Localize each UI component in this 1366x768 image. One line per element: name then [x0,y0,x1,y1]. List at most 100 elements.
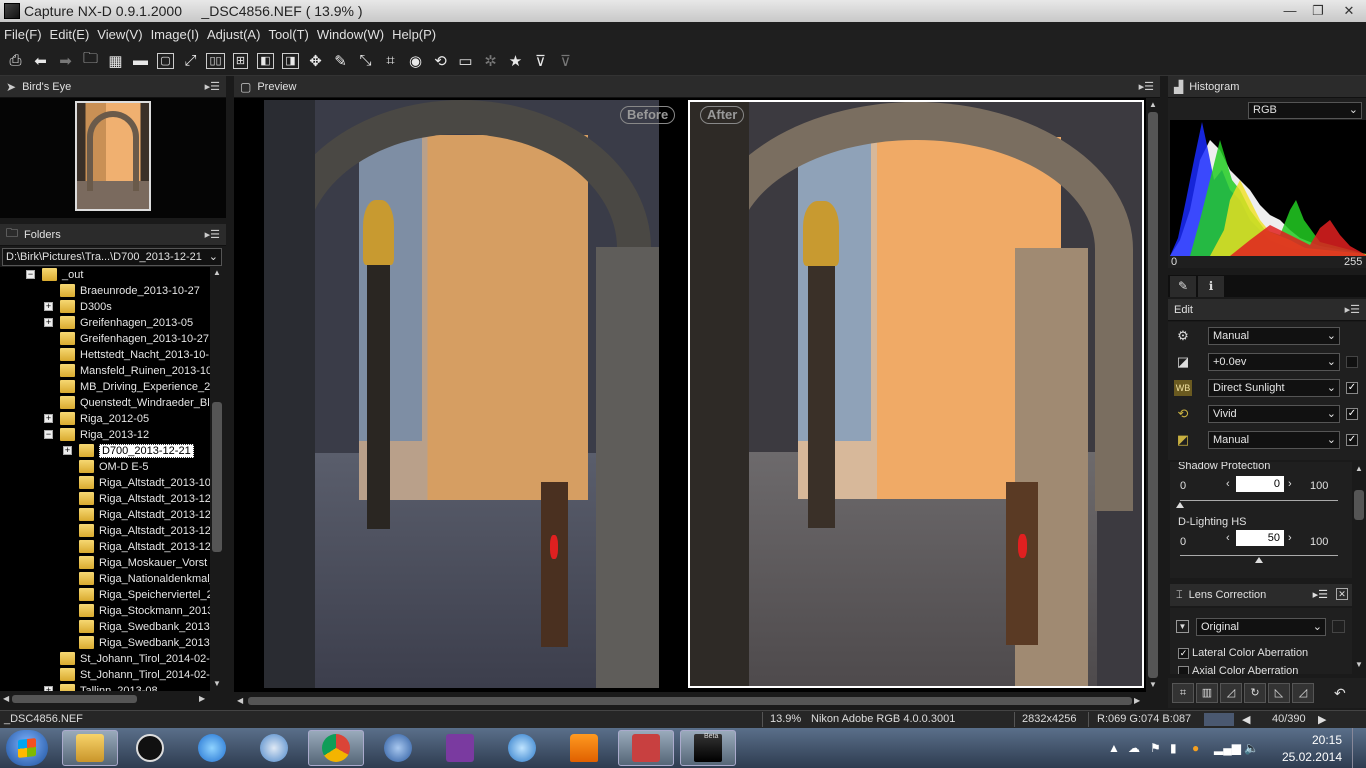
scroll-right-icon[interactable]: ▶ [199,694,205,703]
onenote-icon[interactable] [432,730,488,766]
after-image[interactable] [688,100,1144,688]
panel-menu-icon[interactable]: ▸☰ [1313,588,1328,601]
picture-control-checkbox[interactable]: ✓ [1346,408,1358,420]
d-lighting-knob[interactable] [1255,557,1263,563]
panel-menu-icon[interactable]: ▸☰ [1139,80,1154,93]
minimize-icon[interactable]: — [1276,2,1304,20]
folder-tree-item[interactable]: + Greifenhagen_2013-05 [0,315,210,331]
previous-image-icon[interactable]: ◀ [1242,713,1250,726]
safari-icon[interactable] [246,730,302,766]
preview-hscrollbar[interactable]: ◀ ▶ [234,694,1146,708]
collapse-icon[interactable]: − [44,430,53,439]
before-after-icon[interactable]: ◧ [253,49,278,73]
panel-menu-icon[interactable]: ▸☰ [205,228,220,241]
noise-reduction-icon[interactable]: ⌗ [1172,683,1194,703]
menu-view[interactable]: View(V) [93,27,146,42]
expand-icon[interactable]: + [63,446,72,455]
star-icon[interactable]: ★ [503,49,528,73]
folder-tree-hscrollbar[interactable]: ◀ ▶ [0,692,210,706]
folder-tree-item[interactable]: Quenstedt_Windraeder_Bl [0,395,210,411]
expand-icon[interactable]: + [44,318,53,327]
panel-menu-icon[interactable]: ▸☰ [1345,303,1360,316]
folder-tree-item[interactable]: Greifenhagen_2013-10-27 [0,331,210,347]
forward-icon[interactable]: ➡ [53,49,78,73]
menu-tool[interactable]: Tool(T) [264,27,312,42]
edit-tab-icon[interactable]: ✎ [1170,276,1196,297]
auto-retouch-icon[interactable]: ◉ [403,49,428,73]
d-lighting-input[interactable]: 50 [1236,530,1284,546]
compare-two-icon[interactable]: ▯▯ [203,49,228,73]
edit-panel-scrollbar[interactable]: ▲ ▼ [1352,462,1366,672]
picker-icon[interactable]: ✎ [328,49,353,73]
scroll-up-icon[interactable]: ▲ [210,268,224,277]
expand-icon[interactable]: + [44,686,53,691]
single-view-icon[interactable]: ▢ [153,49,178,73]
scroll-thumb[interactable] [212,402,222,552]
menu-image[interactable]: Image(I) [147,27,203,42]
folder-tree-item[interactable]: − _out [0,267,210,283]
folder-tree-item[interactable]: + Riga_2012-05 [0,411,210,427]
folder-tree-item[interactable]: Riga_Altstadt_2013-10 [0,475,210,491]
filmstrip-icon[interactable]: ▬ [128,49,153,73]
folder-tree-item[interactable]: Riga_Nationaldenkmal_ [0,571,210,587]
rotate-icon[interactable]: ⟲ [428,49,453,73]
thunderbird-icon[interactable] [370,730,426,766]
axial-ca-checkbox[interactable] [1178,666,1189,674]
settings-select[interactable]: Manual ⌄ [1208,327,1340,345]
ccleaner-icon[interactable] [122,730,178,766]
birds-eye-view[interactable] [0,98,226,218]
itunes-icon[interactable] [494,730,550,766]
folder-tree-item[interactable]: − Riga_2013-12 [0,427,210,443]
next-image-icon[interactable]: ▶ [1318,713,1326,726]
scroll-down-icon[interactable]: ▼ [1355,660,1363,669]
levels-icon[interactable]: ▥ [1196,683,1218,703]
tone-checkbox[interactable]: ✓ [1346,434,1358,446]
crop-icon[interactable]: ⌗ [378,49,403,73]
filter-clear-icon[interactable]: ⊽ [553,49,578,73]
folder-tree-item[interactable]: Riga_Swedbank_2013 [0,619,210,635]
picture-control-select[interactable]: Vivid ⌄ [1208,405,1340,423]
shadow-protection-slider[interactable] [1180,500,1338,501]
folder-tree-item[interactable]: Riga_Stockmann_2013 [0,603,210,619]
close-icon[interactable]: ✕ [1336,588,1348,600]
capture-nxd-icon[interactable]: Beta [680,730,736,766]
filter-icon[interactable]: ⊽ [528,49,553,73]
back-icon[interactable]: ⬅ [28,49,53,73]
before-image[interactable] [264,100,659,688]
flag-icon[interactable]: ⚑ [1150,741,1161,755]
menu-help[interactable]: Help(P) [388,27,440,42]
clock-time[interactable]: 20:15 [1312,733,1342,747]
white-balance-select[interactable]: Direct Sunlight ⌄ [1208,379,1340,397]
scroll-down-icon[interactable]: ▼ [210,679,224,688]
close-icon[interactable]: ✕ [1332,2,1366,20]
undo-icon[interactable]: ↶ [1334,685,1356,702]
scroll-left-icon[interactable]: ◀ [3,694,9,703]
lateral-ca-checkbox[interactable]: ✓ [1178,648,1189,659]
menu-edit[interactable]: Edit(E) [46,27,94,42]
expand-icon[interactable]: + [44,302,53,311]
birds-eye-thumbnail[interactable] [75,101,151,211]
folder-tree-item[interactable]: St_Johann_Tirol_2014-02- [0,651,210,667]
vlc-icon[interactable] [556,730,612,766]
scroll-thumb[interactable] [12,695,137,703]
folder-tree-item[interactable]: Mansfeld_Ruinen_2013-10 [0,363,210,379]
folder-tree-item[interactable]: Braeunrode_2013-10-27 [0,283,210,299]
scroll-up-icon[interactable]: ▲ [1149,100,1157,109]
folder-tree-item[interactable]: Riga_Altstadt_2013-12 [0,491,210,507]
start-button[interactable] [6,730,48,766]
tone-select[interactable]: Manual ⌄ [1208,431,1340,449]
menu-adjust[interactable]: Adjust(A) [203,27,264,42]
volume-icon[interactable]: 🔈 [1244,741,1259,755]
show-desktop-button[interactable] [1352,728,1366,768]
cloud-icon[interactable]: ☁ [1128,741,1140,755]
folder-tree-item[interactable]: Riga_Moskauer_Vorst [0,555,210,571]
info-tab-icon[interactable]: ℹ [1198,276,1224,297]
menu-window[interactable]: Window(W) [313,27,388,42]
white-balance-checkbox[interactable]: ✓ [1346,382,1358,394]
lens-correction-select[interactable]: Original ⌄ [1196,618,1326,636]
snipping-tool-icon[interactable] [618,730,674,766]
restore-icon[interactable]: ❐ [1304,2,1332,20]
folder-tree-scrollbar[interactable]: ▲ ▼ [210,267,224,691]
before-after-split-icon[interactable]: ◨ [278,49,303,73]
d-lighting-slider[interactable] [1180,555,1338,556]
